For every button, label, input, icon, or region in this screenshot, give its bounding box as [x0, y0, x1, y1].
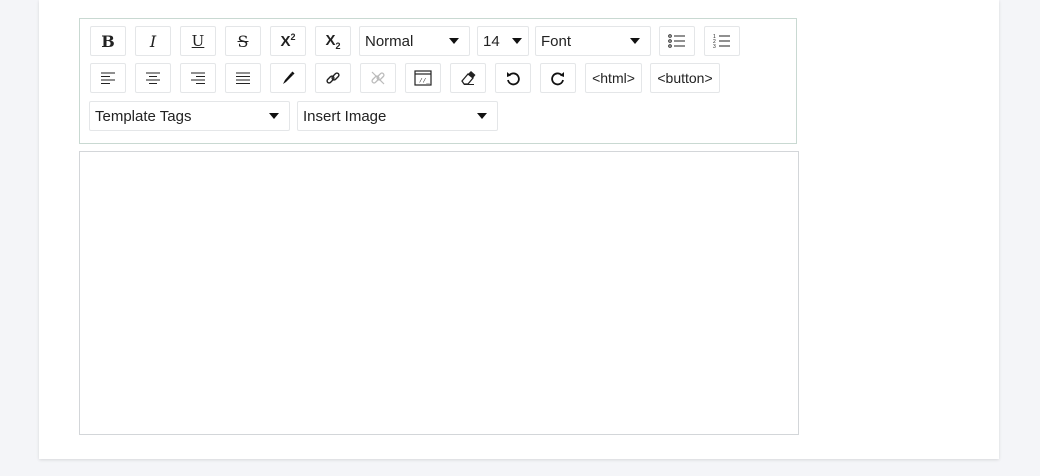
chevron-down-icon — [269, 113, 279, 119]
format-block-value: Normal — [365, 32, 414, 50]
align-left-icon — [101, 72, 115, 84]
html-tag-label: <html> — [592, 70, 635, 86]
bold-icon: B — [101, 31, 115, 51]
align-left-button[interactable] — [90, 63, 126, 93]
italic-button[interactable]: I — [135, 26, 171, 56]
link-icon — [326, 72, 340, 84]
align-center-button[interactable] — [135, 63, 171, 93]
strikethrough-button[interactable]: S — [225, 26, 261, 56]
template-tags-select[interactable]: Template Tags — [89, 101, 290, 131]
superscript-icon: X2 — [280, 32, 296, 50]
code-view-button[interactable]: //_ — [405, 63, 441, 93]
unlink-icon — [371, 71, 385, 85]
font-size-select[interactable]: 14 — [477, 26, 529, 56]
unordered-list-icon — [668, 34, 685, 48]
text-color-icon — [283, 71, 295, 84]
ordered-list-button[interactable]: 1 2 3 — [704, 26, 740, 56]
underline-button[interactable]: U — [180, 26, 216, 56]
underline-icon: U — [191, 32, 205, 50]
subscript-icon: X2 — [325, 31, 341, 51]
insert-image-select[interactable]: Insert Image — [297, 101, 498, 131]
undo-icon — [507, 72, 520, 86]
svg-text:3: 3 — [713, 44, 716, 49]
font-size-value: 14 — [483, 32, 500, 50]
redo-icon — [551, 72, 564, 86]
chevron-down-icon — [512, 38, 522, 44]
bold-button[interactable]: B — [90, 26, 126, 56]
undo-button[interactable] — [495, 63, 531, 93]
button-tag-button[interactable]: <button> — [650, 63, 720, 93]
italic-icon: I — [149, 31, 157, 51]
chevron-down-icon — [630, 38, 640, 44]
code-view-icon: //_ — [414, 70, 432, 86]
align-center-icon — [146, 72, 160, 84]
strikethrough-icon: S — [237, 31, 249, 51]
unlink-button[interactable] — [360, 63, 396, 93]
template-tags-label: Template Tags — [95, 107, 192, 125]
justify-icon — [236, 72, 250, 84]
font-family-value: Font — [541, 32, 572, 50]
chevron-down-icon — [477, 113, 487, 119]
insert-image-label: Insert Image — [303, 107, 387, 125]
superscript-button[interactable]: X2 — [270, 26, 306, 56]
clear-format-button[interactable] — [450, 63, 486, 93]
eraser-icon — [461, 71, 476, 85]
subscript-button[interactable]: X2 — [315, 26, 351, 56]
format-block-select[interactable]: Normal — [359, 26, 470, 56]
chevron-down-icon — [449, 38, 459, 44]
button-tag-label: <button> — [657, 70, 713, 86]
redo-button[interactable] — [540, 63, 576, 93]
svg-text://_: //_ — [419, 78, 430, 85]
justify-button[interactable] — [225, 63, 261, 93]
unordered-list-button[interactable] — [659, 26, 695, 56]
insert-link-button[interactable] — [315, 63, 351, 93]
html-tag-button[interactable]: <html> — [585, 63, 642, 93]
text-color-button[interactable] — [270, 63, 306, 93]
ordered-list-icon: 1 2 3 — [713, 34, 730, 49]
align-right-icon — [191, 72, 205, 84]
font-family-select[interactable]: Font — [535, 26, 651, 56]
editor-content-area[interactable] — [79, 151, 799, 435]
align-right-button[interactable] — [180, 63, 216, 93]
